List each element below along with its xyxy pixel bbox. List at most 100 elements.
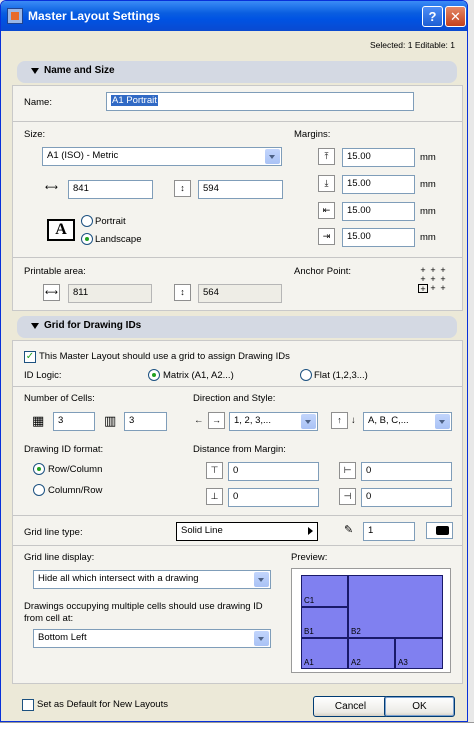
line-display-label: Grid line display: [24,552,95,563]
matrix-radio[interactable] [148,369,160,381]
id-format-label: Drawing ID format: [24,444,104,455]
dialog-window: Master Layout Settings ? ✕ Selected: 1 E… [0,0,468,722]
anchor-point-selector[interactable]: + + + + + + + + + [418,266,448,294]
size-label: Size: [24,129,46,140]
divider [13,386,462,387]
line-type-label: Grid line type: [24,527,83,538]
preview-cell: A1 [301,638,348,669]
line-display-value: Hide all which intersect with a drawing [38,573,199,584]
margin-unit: mm [420,179,436,190]
preview-cell: B2 [348,575,443,638]
preview-cell: A3 [395,638,443,669]
background-window-edge [0,722,474,732]
margin-unit: mm [420,206,436,217]
column-row-radio[interactable] [33,484,45,496]
name-input-text: A1 Portrait [111,95,158,106]
id-logic-label: ID Logic: [24,370,62,381]
pen-color-swatch[interactable] [426,522,453,539]
margins-label: Margins: [294,129,331,140]
anchor-dot-icon[interactable]: + [428,284,438,293]
up-arrow-icon: ↑ [331,412,348,429]
row-column-radio[interactable] [33,463,45,475]
name-size-header[interactable]: Name and Size [17,61,457,83]
app-icon [7,8,23,24]
margin-left-input[interactable]: 15.00 [342,202,415,221]
name-size-panel: Name: A1 Portrait Size: A1 (ISO) - Metri… [12,85,463,311]
number-style-value: 1, 2, 3,... [234,415,271,426]
window-title: Master Layout Settings [28,9,161,23]
distance-left-input[interactable]: 0 [361,462,452,481]
distance-label: Distance from Margin: [193,444,286,455]
grid-header[interactable]: Grid for Drawing IDs [17,316,457,338]
divider [13,121,462,122]
margin-bottom-icon: ⤓ [318,175,335,192]
letter-style-value: A, B, C,... [368,415,409,426]
margin-unit: mm [420,232,436,243]
rows-input[interactable]: 3 [124,412,167,431]
title-bar[interactable]: Master Layout Settings ? ✕ [1,1,467,31]
column-row-label: Column/Row [48,485,103,496]
left-arrow-icon: ← [194,415,204,426]
distance-right-icon: ⊣ [339,488,356,505]
distance-bottom-icon: ⊥ [206,488,223,505]
close-button[interactable]: ✕ [445,6,466,27]
divider [13,257,462,258]
letter-style-select[interactable]: A, B, C,... [363,412,452,431]
printable-area-label: Printable area: [24,266,86,277]
flat-label: Flat (1,2,3...) [314,370,368,381]
divider [13,545,462,546]
width-input[interactable]: 841 [68,180,153,199]
size-select[interactable]: A1 (ISO) - Metric [42,147,282,166]
chevron-down-icon [254,631,269,646]
name-input[interactable]: A1 Portrait [106,92,414,111]
preview-cell: A2 [348,638,395,669]
flat-radio[interactable] [300,369,312,381]
portrait-radio[interactable] [81,215,93,227]
grid-header-label: Grid for Drawing IDs [44,320,142,331]
pen-number-input[interactable]: 1 [363,522,415,541]
landscape-radio[interactable] [81,233,93,245]
anchor-dot-icon[interactable]: + [418,275,428,284]
width-icon: ⟷ [43,284,60,301]
number-style-select[interactable]: 1, 2, 3,... [229,412,318,431]
paper-orientation-icon: A [47,219,75,241]
columns-input[interactable]: 3 [53,412,95,431]
margin-right-input[interactable]: 15.00 [342,228,415,247]
use-grid-checkbox[interactable]: ✓ [24,351,36,363]
down-arrow-icon: ↓ [351,415,356,426]
pen-icon: ✎ [344,524,354,536]
multi-cell-select[interactable]: Bottom Left [33,629,271,648]
anchor-dot-icon[interactable]: + [438,284,448,293]
anchor-point-label: Anchor Point: [294,266,352,277]
chevron-down-icon [265,149,280,164]
margin-bottom-input[interactable]: 15.00 [342,175,415,194]
line-display-select[interactable]: Hide all which intersect with a drawing [33,570,271,589]
matrix-label: Matrix (A1, A2...) [163,370,234,381]
rows-icon: ▥ [104,413,117,428]
pen-color-icon [436,526,449,535]
width-icon: ⟷ [45,182,58,192]
distance-left-icon: ⊢ [339,462,356,479]
divider [13,515,462,516]
line-type-select[interactable]: Solid Line [176,522,318,541]
anchor-selected-icon[interactable]: + [418,284,428,294]
columns-icon: ▦ [32,413,45,428]
distance-bottom-input[interactable]: 0 [228,488,319,507]
distance-top-input[interactable]: 0 [228,462,319,481]
cancel-button[interactable]: Cancel [313,696,388,717]
name-label: Name: [24,97,52,108]
distance-right-input[interactable]: 0 [361,488,452,507]
margin-right-icon: ⇥ [318,228,335,245]
collapse-arrow-icon [31,68,39,74]
multi-cell-value: Bottom Left [38,632,87,643]
margin-top-input[interactable]: 15.00 [342,148,415,167]
direction-start-icon: → [208,412,225,429]
help-button[interactable]: ? [422,6,443,27]
height-input[interactable]: 594 [198,180,283,199]
margin-unit: mm [420,152,436,163]
size-select-value: A1 (ISO) - Metric [47,150,119,161]
multi-cell-label: Drawings occupying multiple cells should… [24,601,263,624]
triangle-right-icon [308,527,313,535]
ok-button[interactable]: OK [384,696,455,717]
set-default-checkbox[interactable] [22,699,34,711]
